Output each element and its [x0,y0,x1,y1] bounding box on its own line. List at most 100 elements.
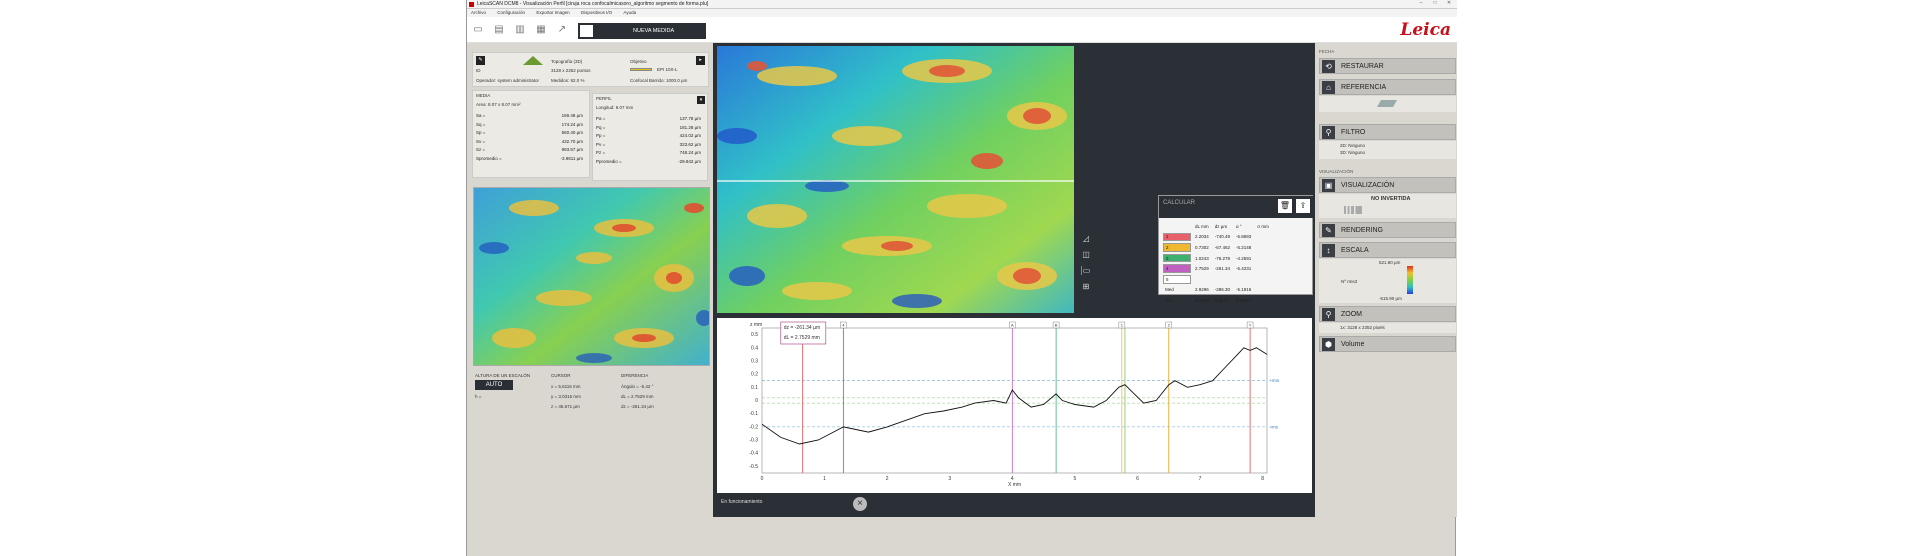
calc-row[interactable]: 2 0.7302 -67.462 -5.2148 [1163,243,1271,252]
menu-dispositivos[interactable]: Dispositivos I/O [581,10,612,15]
filtro-button[interactable]: ⚲ FILTRO [1319,124,1456,140]
plane-icon [1376,100,1398,107]
x-tick-label: 8 [1261,476,1264,482]
split-tool-icon[interactable]: ◫ [1081,250,1091,259]
print-icon[interactable]: ▥ [514,24,526,35]
media-row-value: 993.57 µm [561,147,583,153]
media-row-value: 159.48 µm [561,113,583,118]
points-text: 3128 x 2352 puntos [551,68,591,73]
save-icon[interactable]: ▤ [493,24,505,35]
surface-3d-view[interactable] [717,46,1074,313]
app-window: LeicaSCAN DCM8 - Visualización Perfil [c… [466,0,1457,556]
calc-row-swatch: 1 [1163,232,1191,242]
visualizacion-button[interactable]: ▣ VISUALIZACIÓN [1319,177,1456,193]
objective-color-bar [630,68,652,71]
calc-row-swatch: 4 [1163,264,1191,273]
export-share-icon[interactable]: ⇪ [1296,199,1310,213]
calc-cell: -4.2591 [1236,255,1252,261]
marker-tag-label: Y [1249,323,1252,328]
calc-cell [1255,264,1271,273]
grid-tool-icon[interactable]: ⊞ [1081,282,1091,291]
media-area: Area: 8.07 x 8.07 mm² [476,102,521,107]
rendering-button[interactable]: ✎ RENDERING [1319,222,1456,238]
filtro-panel: 2D: Ninguno 3D: Ninguno [1319,141,1456,159]
media-row-label: Sq = [476,121,486,127]
open-folder-icon[interactable]: ▭ [472,24,484,35]
volume-button[interactable]: ⬢ Volume [1319,336,1456,352]
referencia-button[interactable]: ⌂ REFERENCIA [1319,79,1456,95]
play-icon[interactable]: ▸ [696,56,705,65]
calc-title: CALCULAR [1163,200,1196,206]
cursor-x: x = 5.6115 mm [551,384,581,389]
new-measurement-label: NUEVA MEDIDA [633,28,675,34]
menu-exportar-imagen[interactable]: Exportar Imagen [536,10,569,15]
profile-graph[interactable]: 0.5 0.4 0.3 0.2 0.1 0 -0.1 -0.2 -0.3 -0.4 -0.5 0 1 2 3… [717,318,1312,493]
calc-row-number: 1 [1166,234,1169,240]
zoom-button[interactable]: ⚲ ZOOM [1319,306,1456,322]
reference-icon: ⌂ [1322,81,1335,94]
calc-row[interactable]: 5 [1163,274,1271,284]
calc-table: dL mm dz µm α ° σ mm 1 2.2034 -740.49 -5.8693 2… [1161,220,1273,307]
menu-configuracion[interactable]: Configuración [497,10,525,15]
calc-cell: -5.4231 [1236,266,1252,272]
filter-3d: 3D: Ninguno [1340,150,1366,155]
perfil-dropdown-icon[interactable]: ▾ [697,96,705,104]
media-row-label: Sa = [476,113,486,118]
export-icon[interactable]: ↗ [556,24,568,35]
delete-icon[interactable]: 🗑 [1278,199,1292,213]
filter-icon: ⚲ [1322,126,1335,139]
histogram-icon [1344,206,1362,214]
horizontal-tool-icon[interactable]: ▭ [1081,266,1091,275]
perfil-title: PERFIL [596,96,612,101]
calc-row[interactable]: 4 2.7529 -261.34 -5.4231 [1163,264,1271,273]
referencia-label: REFERENCIA [1341,84,1387,91]
calc-row-swatch: 3 [1163,253,1191,263]
minimize-button[interactable]: – [1415,0,1427,7]
rms-bottom-label: -rms [1269,424,1279,429]
restaurar-button[interactable]: ⟲ RESTAURAR [1319,58,1456,74]
menu-ayuda[interactable]: Ayuda [623,10,636,15]
report-icon[interactable]: ▦ [535,24,547,35]
menu-archivo[interactable]: Archivo [471,10,486,15]
calc-cell [1255,243,1271,252]
close-button[interactable]: ✕ [1443,0,1455,7]
close-circle-icon[interactable]: × [853,497,867,511]
calc-row[interactable]: 3 1.0243 -76.278 -4.2591 [1163,253,1271,263]
perfil-length: Longitud: 8.07 mm [596,105,634,110]
objective-label: Objetivo [630,59,647,64]
media-row-label: Sz = [476,147,486,153]
calc-row[interactable]: 1 2.2034 -740.49 -5.8693 [1163,232,1271,242]
perfil-row-label: Pa = [596,116,606,121]
marker-tag-label: B [1055,323,1058,328]
visualizacion-panel: NO INVERTIDA [1319,194,1456,218]
profile-tool-icon[interactable]: ◿ [1081,234,1091,243]
leica-logo: Leica [1400,20,1451,40]
marker-tag-label: A [1011,323,1014,328]
calc-cell: -261.34 [1214,266,1231,272]
maximize-button[interactable]: □ [1429,0,1441,7]
calc-std-dz: 275.37 [1214,297,1229,303]
calc-col-alpha: α ° [1236,223,1242,229]
calc-med-dl: 2.9296 [1195,287,1209,293]
calc-cell [1234,275,1253,284]
perfil-row-value: 323.62 µm [679,141,701,147]
media-row-value: 174.24 µm [561,121,583,127]
y-tick-label: -0.2 [749,424,758,430]
auto-button[interactable]: AUTO [475,380,513,390]
topography-icon [523,56,543,65]
color-scale-bar [1407,266,1413,294]
perfil-row-label: Pq = [596,124,606,130]
surface-thumbnail[interactable] [473,187,710,366]
filter-2d: 2D: Ninguno [1340,143,1366,148]
escala-button[interactable]: ↕ ESCALA [1319,242,1456,258]
new-measurement-button[interactable]: NUEVA MEDIDA [578,23,706,39]
edit-icon[interactable]: ✎ [476,56,485,65]
right-panel: FECHA ⟲ RESTAURAR ⌂ REFERENCIA ⚲ FILTRO 2D:… [1315,43,1457,517]
calc-cell: -5.8693 [1236,234,1252,240]
info-card: ✎ ID Topografía (3D) 3128 x 2352 puntos … [472,52,709,87]
zoom-value: 1x: 3128 x 2352 pixels [1340,325,1385,330]
x-tick-label: 2 [886,476,889,482]
objective-name: EPI 10X-L [657,67,678,72]
calc-row-number: 4 [1166,266,1169,272]
left-panel: ✎ ID Topografía (3D) 3128 x 2352 puntos … [472,52,709,181]
